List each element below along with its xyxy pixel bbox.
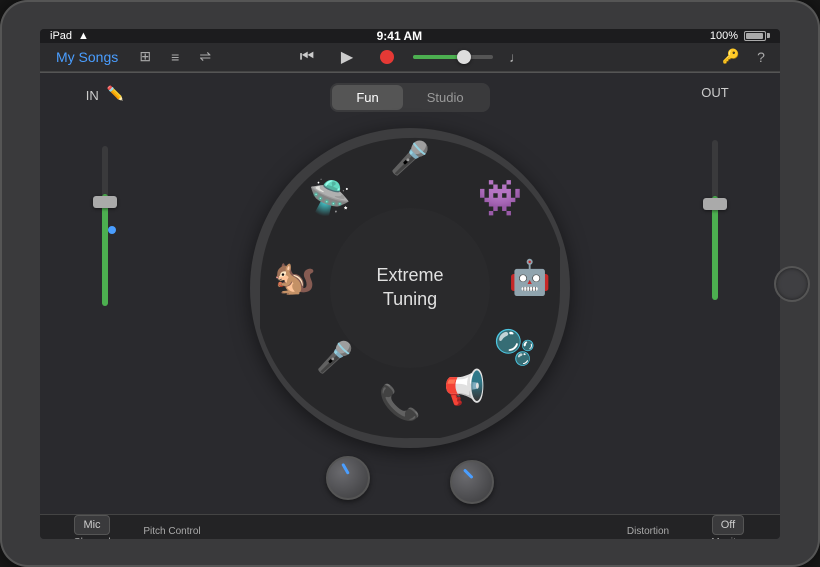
toolbar-center: ⏮ ▶ ♩ xyxy=(291,43,530,71)
monitor-section: Off Monitor xyxy=(688,515,768,539)
right-panel: OUT xyxy=(650,73,780,514)
pitch-control-label: Pitch Control xyxy=(143,526,200,537)
home-button[interactable] xyxy=(774,266,810,302)
circle-item-mic[interactable]: 🎤 xyxy=(390,139,430,177)
out-label: OUT xyxy=(701,85,728,100)
distortion-section: Distortion xyxy=(608,526,688,537)
toolbar-left: My Songs ⊞ ≡ ⇌ xyxy=(48,45,287,69)
circle-item-telephone[interactable]: 📞 xyxy=(379,383,421,423)
mixer-icon[interactable]: ⇌ xyxy=(194,46,216,68)
record-dot xyxy=(380,50,394,64)
circle-item-megaphone[interactable]: 📢 xyxy=(444,368,486,408)
distortion-container xyxy=(450,460,494,504)
right-fader-handle[interactable] xyxy=(703,198,727,210)
rewind-button[interactable]: ⏮ xyxy=(293,43,321,71)
settings-icon[interactable]: 🔑 xyxy=(720,46,742,68)
pencil-icon[interactable]: ✏️ xyxy=(107,85,124,102)
bottom-controls: Mic Channel Pitch Control Distortion Off… xyxy=(40,514,780,539)
circle-item-mic2[interactable]: 🎤 xyxy=(316,340,353,375)
right-fader-track xyxy=(712,140,718,300)
status-bar: iPad ▲ 9:41 AM 100% xyxy=(40,29,780,43)
battery-icon xyxy=(744,31,770,41)
circle-item-monster[interactable]: 👾 xyxy=(478,177,523,219)
distortion-knob[interactable] xyxy=(450,460,494,504)
tab-fun[interactable]: Fun xyxy=(332,85,402,110)
battery-fill xyxy=(746,33,763,39)
battery-body xyxy=(744,31,766,41)
arrange-icon[interactable]: ⊞ xyxy=(134,46,156,68)
pitch-knob-indicator xyxy=(341,462,350,474)
level-indicator xyxy=(108,226,116,234)
selected-effect-label: ExtremeTuning xyxy=(376,264,443,311)
status-left: iPad ▲ xyxy=(50,30,89,42)
circle-item-bubbles[interactable]: 🫧 xyxy=(494,328,536,368)
play-button[interactable]: ▶ xyxy=(333,43,361,71)
monitor-button[interactable]: Off xyxy=(712,515,744,535)
pitch-control-section: Pitch Control xyxy=(132,526,212,537)
tab-studio[interactable]: Studio xyxy=(403,85,488,110)
left-panel: IN ✏️ xyxy=(40,73,170,514)
my-songs-button[interactable]: My Songs xyxy=(48,45,126,69)
monitor-label: Monitor xyxy=(711,537,744,539)
record-button[interactable] xyxy=(373,43,401,71)
circle-item-robot[interactable]: 🤖 xyxy=(509,258,551,298)
left-fader-handle[interactable] xyxy=(93,196,117,208)
pitch-control-container xyxy=(326,456,370,504)
knobs-area xyxy=(326,456,494,504)
right-fader-fill xyxy=(712,196,718,300)
distortion-label: Distortion xyxy=(627,526,669,537)
slider-thumb xyxy=(457,50,471,64)
toolbar-right: 🔑 ? xyxy=(533,46,772,68)
distortion-knob-indicator xyxy=(462,468,473,479)
ipad-frame: iPad ▲ 9:41 AM 100% My Songs ⊞ ≡ ⇌ xyxy=(0,0,820,567)
slider-fill xyxy=(413,55,461,59)
metronome-icon[interactable]: ♩ xyxy=(505,46,527,68)
help-icon[interactable]: ? xyxy=(750,46,772,68)
mic-channel-button[interactable]: Mic xyxy=(74,515,109,535)
in-label: IN xyxy=(86,88,99,103)
center-panel: Fun Studio ExtremeTuning xyxy=(170,73,650,514)
toolbar: My Songs ⊞ ≡ ⇌ ⏮ ▶ ♩ xyxy=(40,43,780,72)
left-fader-fill xyxy=(102,194,108,306)
battery-percent: 100% xyxy=(710,30,738,42)
status-right: 100% xyxy=(710,30,770,42)
tab-selector: Fun Studio xyxy=(330,83,489,112)
circle-container[interactable]: ExtremeTuning 🎤 👾 🤖 🫧 📢 📞 xyxy=(250,128,570,448)
mic-channel-label: Channel xyxy=(73,537,110,539)
volume-slider[interactable] xyxy=(413,55,493,59)
list-icon[interactable]: ≡ xyxy=(164,46,186,68)
device-label: iPad xyxy=(50,30,72,42)
main-content: IN ✏️ Fun Studio xyxy=(40,73,780,514)
battery-tip xyxy=(767,33,770,38)
circle-item-ufo[interactable]: 🛸 xyxy=(309,178,351,218)
inner-circle: ExtremeTuning xyxy=(330,208,490,368)
wifi-icon: ▲ xyxy=(78,30,89,42)
ipad-screen: iPad ▲ 9:41 AM 100% My Songs ⊞ ≡ ⇌ xyxy=(40,29,780,539)
mic-channel-section: Mic Channel xyxy=(52,515,132,539)
circle-item-chipmunk[interactable]: 🐿️ xyxy=(274,258,316,298)
pitch-control-knob[interactable] xyxy=(326,456,370,500)
slider-track xyxy=(413,55,493,59)
status-time: 9:41 AM xyxy=(377,29,423,43)
left-fader-track xyxy=(102,146,108,306)
